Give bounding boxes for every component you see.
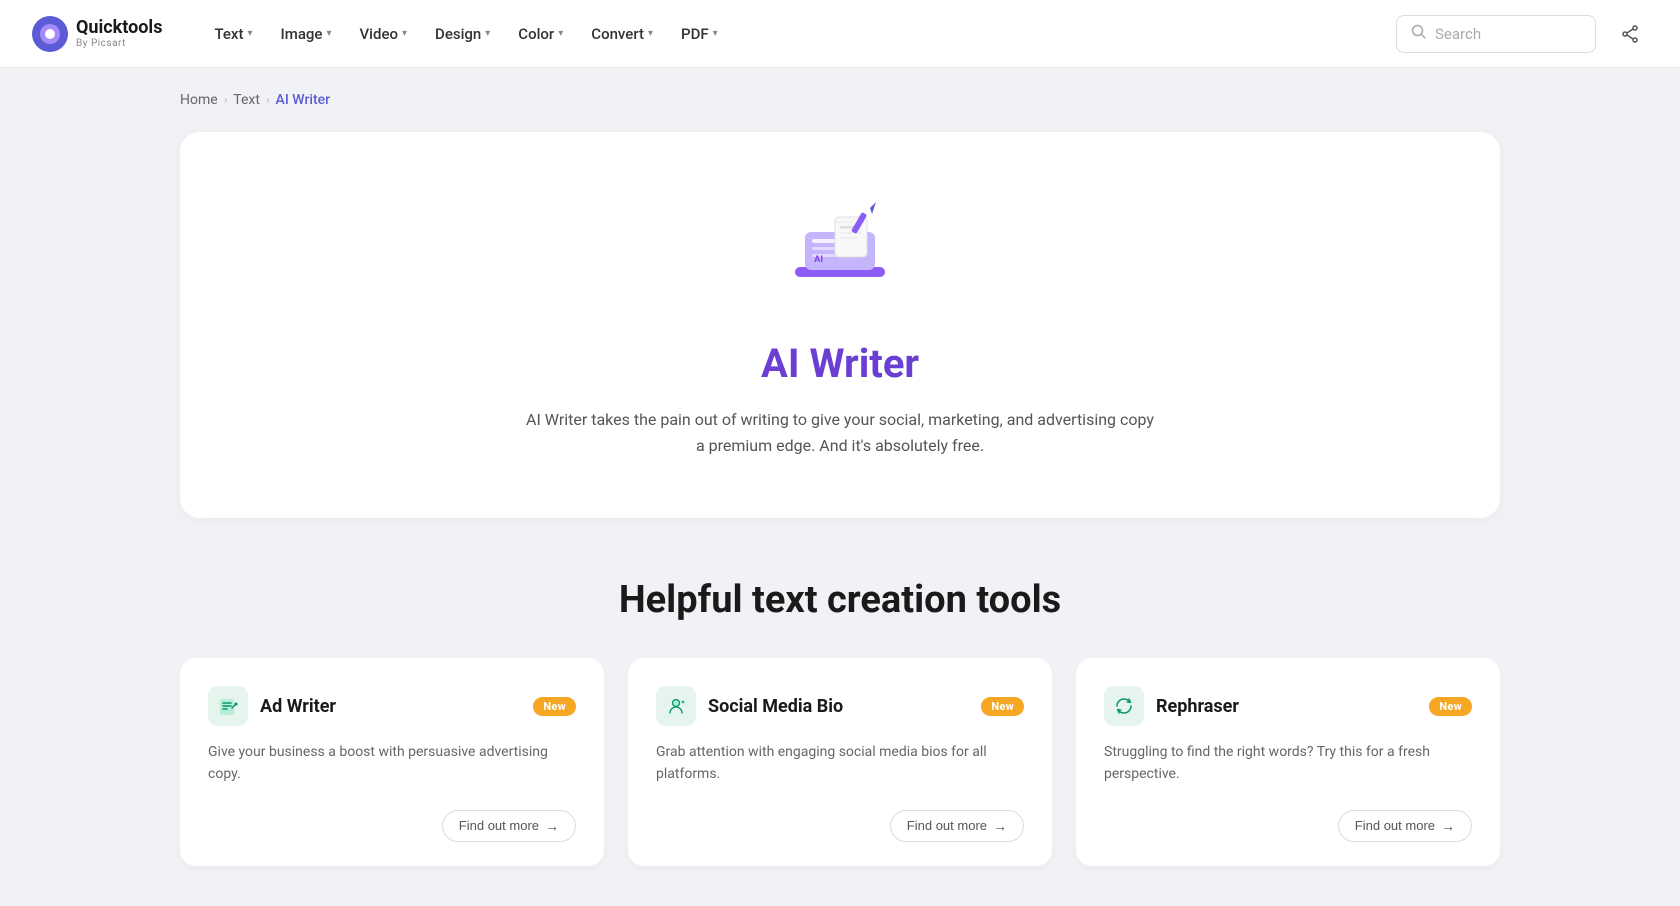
find-out-button[interactable]: Find out more → (442, 810, 576, 842)
tool-desc: Grab attention with engaging social medi… (656, 742, 1024, 785)
badge-new: New (981, 697, 1024, 716)
tool-desc: Struggling to find the right words? Try … (1104, 742, 1472, 785)
main-nav: Text ▾ Image ▾ Video ▾ Design ▾ Color ▾ … (202, 17, 1396, 51)
find-out-button[interactable]: Find out more → (890, 810, 1024, 842)
header-actions: Search (1396, 15, 1648, 53)
nav-convert[interactable]: Convert ▾ (579, 17, 665, 51)
section-title: Helpful text creation tools (180, 578, 1500, 622)
arrow-icon: → (993, 818, 1007, 834)
hero-illustration: AI (780, 192, 900, 312)
tools-grid: Ad Writer New Give your business a boost… (180, 658, 1500, 865)
tool-card-ad-writer[interactable]: Ad Writer New Give your business a boost… (180, 658, 604, 865)
badge-new: New (533, 697, 576, 716)
search-icon (1411, 24, 1427, 44)
arrow-icon: → (1441, 818, 1455, 834)
chevron-down-icon: ▾ (558, 28, 563, 39)
hero-card: AI AI Writer AI Writer takes the pain ou… (180, 132, 1500, 518)
breadcrumb-text[interactable]: Text (233, 92, 260, 108)
svg-text:AI: AI (814, 254, 823, 264)
logo-by: By Picsart (76, 38, 162, 49)
rephraser-icon (1104, 686, 1144, 726)
search-placeholder: Search (1435, 25, 1481, 43)
hero-title: AI Writer (220, 340, 1460, 387)
breadcrumb-home[interactable]: Home (180, 92, 218, 108)
nav-text[interactable]: Text ▾ (202, 17, 264, 51)
ad-writer-icon (208, 686, 248, 726)
nav-pdf[interactable]: PDF ▾ (669, 17, 730, 51)
arrow-icon: → (545, 818, 559, 834)
logo[interactable]: Quicktools By Picsart (32, 16, 162, 52)
chevron-down-icon: ▾ (648, 28, 653, 39)
tool-desc: Give your business a boost with persuasi… (208, 742, 576, 785)
tool-title: Rephraser (1156, 696, 1239, 717)
nav-design[interactable]: Design ▾ (423, 17, 502, 51)
hero-desc: AI Writer takes the pain out of writing … (520, 407, 1160, 458)
breadcrumb-sep-1: › (224, 93, 228, 107)
card-header: Social Media Bio New (656, 686, 1024, 726)
tool-title: Social Media Bio (708, 696, 843, 717)
card-header: Ad Writer New (208, 686, 576, 726)
main-content: Home › Text › AI Writer (140, 68, 1540, 906)
tool-card-social-bio[interactable]: Social Media Bio New Grab attention with… (628, 658, 1052, 865)
card-header: Rephraser New (1104, 686, 1472, 726)
breadcrumb-current: AI Writer (276, 92, 331, 108)
chevron-down-icon: ▾ (485, 28, 490, 39)
tool-card-rephraser[interactable]: Rephraser New Struggling to find the rig… (1076, 658, 1500, 865)
nav-video[interactable]: Video ▾ (347, 17, 419, 51)
breadcrumb-sep-2: › (266, 93, 270, 107)
tool-title: Ad Writer (260, 696, 336, 717)
breadcrumb: Home › Text › AI Writer (180, 92, 1500, 108)
badge-new: New (1429, 697, 1472, 716)
chevron-down-icon: ▾ (402, 28, 407, 39)
header: Quicktools By Picsart Text ▾ Image ▾ Vid… (0, 0, 1680, 68)
nav-image[interactable]: Image ▾ (269, 17, 344, 51)
nav-color[interactable]: Color ▾ (506, 17, 575, 51)
share-button[interactable] (1612, 16, 1648, 52)
find-out-button[interactable]: Find out more → (1338, 810, 1472, 842)
logo-name: Quicktools (76, 18, 162, 38)
social-bio-icon (656, 686, 696, 726)
search-box[interactable]: Search (1396, 15, 1596, 53)
chevron-down-icon: ▾ (713, 28, 718, 39)
chevron-down-icon: ▾ (326, 28, 331, 39)
chevron-down-icon: ▾ (247, 28, 252, 39)
